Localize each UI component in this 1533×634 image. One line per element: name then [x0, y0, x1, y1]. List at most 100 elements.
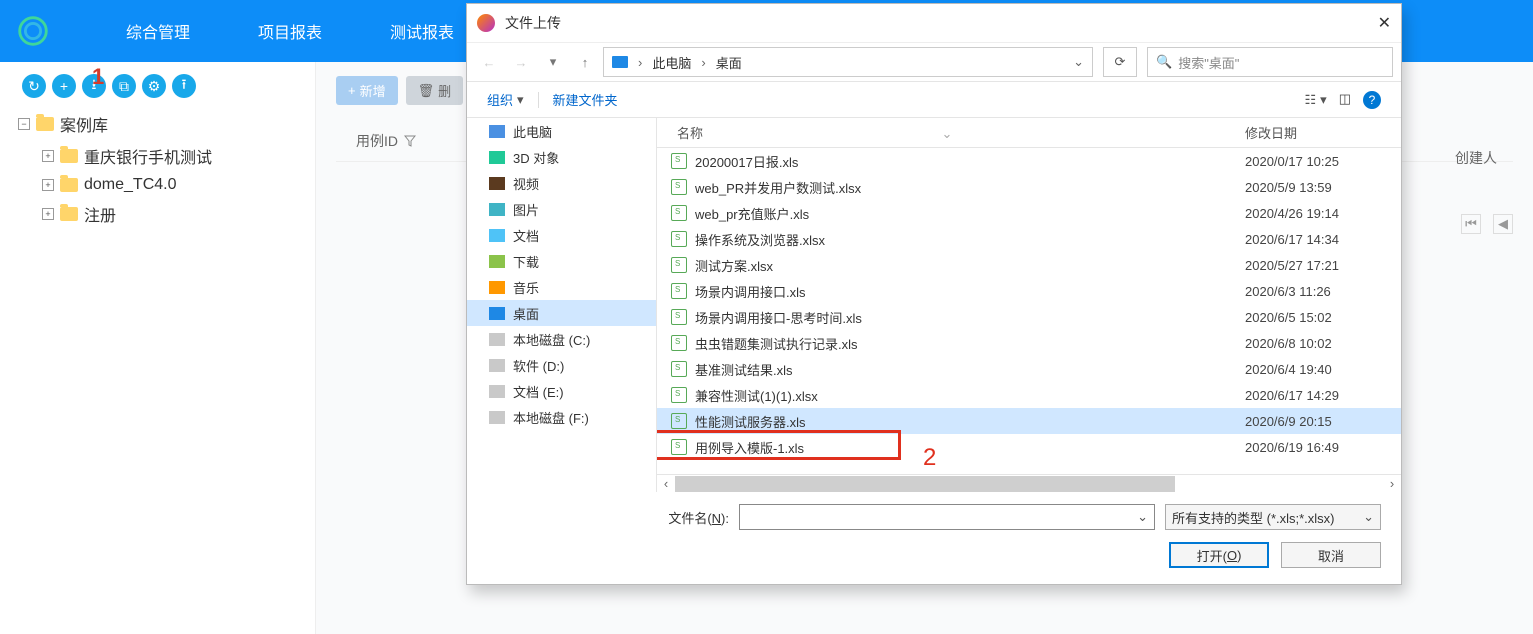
file-row[interactable]: 操作系统及浏览器.xlsx2020/6/17 14:34	[657, 226, 1401, 252]
tree-label: dome_TC4.0	[84, 176, 177, 194]
nav-up-icon[interactable]: ↑	[571, 48, 599, 76]
breadcrumb-item[interactable]: 桌面	[716, 53, 742, 72]
file-date: 2020/5/9 13:59	[1245, 180, 1401, 195]
page-first-icon[interactable]: ⏮	[1461, 214, 1481, 234]
column-case-id[interactable]: 用例ID	[336, 131, 436, 151]
new-folder-button[interactable]: 新建文件夹	[553, 90, 618, 109]
open-button[interactable]: 打开(O)	[1169, 542, 1269, 568]
file-date: 2020/6/3 11:26	[1245, 284, 1401, 299]
file-name: 虫虫错题集测试执行记录.xls	[695, 334, 1245, 353]
breadcrumb-item[interactable]: 此电脑	[652, 53, 691, 72]
help-icon[interactable]: ?	[1363, 91, 1381, 109]
refresh-icon[interactable]: ⟳	[1103, 47, 1137, 77]
tool-download[interactable]: ⭱	[172, 74, 196, 98]
chevron-down-icon[interactable]: ⌄	[1073, 54, 1084, 70]
sidebar-item-label: 3D 对象	[513, 148, 559, 167]
chevron-down-icon[interactable]: ▾	[517, 92, 524, 108]
sidebar-item-label: 图片	[513, 200, 539, 219]
organize-menu[interactable]: 组织	[487, 90, 513, 109]
folder-icon	[36, 117, 54, 131]
file-name: 兼容性测试(1)(1).xlsx	[695, 386, 1245, 405]
scroll-right-icon[interactable]: ›	[1383, 476, 1401, 491]
nav-history-icon[interactable]: ▾	[539, 48, 567, 76]
file-row[interactable]: 场景内调用接口.xls2020/6/3 11:26	[657, 278, 1401, 304]
column-name[interactable]: 名称	[677, 123, 1245, 142]
column-modified[interactable]: 修改日期	[1245, 123, 1401, 142]
app-logo	[14, 12, 52, 50]
plus-icon[interactable]: +	[42, 150, 54, 162]
file-date: 2020/0/17 10:25	[1245, 154, 1401, 169]
plus-icon: +	[348, 83, 356, 98]
tool-add[interactable]: +	[52, 74, 76, 98]
sidebar-item[interactable]: 桌面	[467, 300, 656, 326]
cancel-button[interactable]: 取消	[1281, 542, 1381, 568]
tree-item[interactable]: + dome_TC4.0	[18, 172, 315, 198]
add-button[interactable]: +新增	[336, 76, 398, 105]
scrollbar-thumb[interactable]	[675, 476, 1175, 492]
folder-icon	[60, 149, 78, 163]
breadcrumb[interactable]: 此电脑 桌面 ⌄	[603, 47, 1093, 77]
file-row[interactable]: web_pr充值账户.xls2020/4/26 19:14	[657, 200, 1401, 226]
filetype-select[interactable]: 所有支持的类型 (*.xls;*.xlsx) ⌄	[1165, 504, 1381, 530]
filename-input[interactable]: ⌄	[739, 504, 1155, 530]
file-row[interactable]: 性能测试服务器.xls2020/6/9 20:15	[657, 408, 1401, 434]
file-row[interactable]: 场景内调用接口-思考时间.xls2020/6/5 15:02	[657, 304, 1401, 330]
excel-file-icon	[671, 361, 687, 377]
disk-icon	[489, 411, 505, 424]
column-creator[interactable]: 创建人	[1455, 148, 1497, 168]
tree-root[interactable]: − 案例库	[18, 108, 315, 140]
sidebar-item-label: 桌面	[513, 304, 539, 323]
file-row[interactable]: 基准测试结果.xls2020/6/4 19:40	[657, 356, 1401, 382]
pager: ⏮ ◀	[1461, 214, 1513, 234]
tool-settings[interactable]: ⚙	[142, 74, 166, 98]
nav-project-report[interactable]: 项目报表	[224, 0, 356, 62]
view-mode-menu[interactable]: ☷ ▾	[1305, 91, 1327, 109]
tool-refresh[interactable]: ↻	[22, 74, 46, 98]
tool-copy[interactable]: ⧉	[112, 74, 136, 98]
sidebar-item[interactable]: 视频	[467, 170, 656, 196]
file-row[interactable]: 虫虫错题集测试执行记录.xls2020/6/8 10:02	[657, 330, 1401, 356]
pc-icon	[489, 125, 505, 138]
sidebar-item[interactable]: 图片	[467, 196, 656, 222]
sidebar-item[interactable]: 软件 (D:)	[467, 352, 656, 378]
preview-pane-icon[interactable]: ◫	[1339, 91, 1351, 109]
plus-icon[interactable]: +	[42, 179, 54, 191]
file-upload-dialog: 文件上传 ✕ ← → ▾ ↑ 此电脑 桌面 ⌄ ⟳ 🔍 搜索"桌面" 组织 ▾ …	[466, 3, 1402, 585]
file-name: 性能测试服务器.xls	[695, 412, 1245, 431]
sidebar-item[interactable]: 下载	[467, 248, 656, 274]
file-row[interactable]: 20200017日报.xls2020/0/17 10:25	[657, 148, 1401, 174]
scroll-left-icon[interactable]: ‹	[657, 476, 675, 491]
close-icon[interactable]: ✕	[1378, 13, 1391, 33]
sidebar-item[interactable]: 此电脑	[467, 118, 656, 144]
chevron-down-icon[interactable]: ⌄	[1137, 509, 1148, 525]
excel-file-icon	[671, 439, 687, 455]
search-input[interactable]: 🔍 搜索"桌面"	[1147, 47, 1393, 77]
plus-icon[interactable]: +	[42, 208, 54, 220]
sidebar-item[interactable]: 文档 (E:)	[467, 378, 656, 404]
column-resize-icon[interactable]: ⌄	[937, 126, 957, 142]
filter-icon	[404, 135, 416, 147]
nav-forward-icon[interactable]: →	[507, 48, 535, 76]
file-date: 2020/6/8 10:02	[1245, 336, 1401, 351]
tree-item[interactable]: + 注册	[18, 198, 315, 230]
sidebar-item-label: 文档 (E:)	[513, 382, 564, 401]
sidebar-item[interactable]: 本地磁盘 (C:)	[467, 326, 656, 352]
sidebar-item[interactable]: 3D 对象	[467, 144, 656, 170]
nav-back-icon[interactable]: ←	[475, 48, 503, 76]
file-row[interactable]: 用例导入模版-1.xls2020/6/19 16:49	[657, 434, 1401, 460]
file-date: 2020/6/5 15:02	[1245, 310, 1401, 325]
minus-icon[interactable]: −	[18, 118, 30, 130]
pic-icon	[489, 203, 505, 216]
delete-button[interactable]: 🗑删	[406, 76, 464, 105]
file-row[interactable]: web_PR并发用户数测试.xlsx2020/5/9 13:59	[657, 174, 1401, 200]
sidebar-item[interactable]: 音乐	[467, 274, 656, 300]
horizontal-scrollbar[interactable]: ‹ ›	[657, 474, 1401, 492]
sidebar-item[interactable]: 本地磁盘 (F:)	[467, 404, 656, 430]
file-row[interactable]: 测试方案.xlsx2020/5/27 17:21	[657, 252, 1401, 278]
file-date: 2020/6/17 14:29	[1245, 388, 1401, 403]
nav-overview[interactable]: 综合管理	[92, 0, 224, 62]
sidebar-item[interactable]: 文档	[467, 222, 656, 248]
file-row[interactable]: 兼容性测试(1)(1).xlsx2020/6/17 14:29	[657, 382, 1401, 408]
tree-item[interactable]: + 重庆银行手机测试	[18, 140, 315, 172]
page-prev-icon[interactable]: ◀	[1493, 214, 1513, 234]
